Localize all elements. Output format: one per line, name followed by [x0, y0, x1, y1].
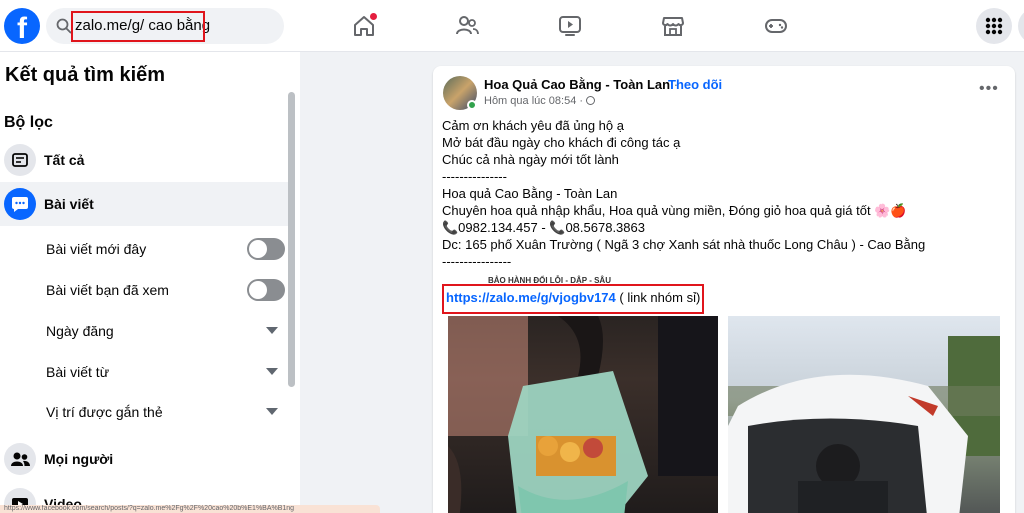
search-box[interactable]: zalo.me/g/ cao bằng	[46, 8, 284, 44]
browser-status-bar: https://www.facebook.com/search/posts/?q…	[0, 505, 380, 513]
filters-scrollbar[interactable]	[288, 92, 295, 387]
chevron-down-icon[interactable]	[266, 327, 278, 334]
marketplace-icon[interactable]	[659, 12, 687, 40]
facebook-logo[interactable]: f	[4, 8, 40, 44]
chevron-down-icon[interactable]	[266, 408, 278, 415]
search-icon	[56, 18, 72, 34]
gaming-icon[interactable]	[762, 12, 790, 40]
post-text-line: Dc: 165 phố Xuân Trường ( Ngã 3 chợ Xanh…	[442, 237, 926, 252]
zalo-group-link[interactable]: https://zalo.me/g/vjogbv174	[446, 290, 616, 305]
post-text-line: Mở bát đầu ngày cho khách đi công tác ạ	[442, 135, 681, 150]
post-small-note: BẢO HÀNH ĐỔI LỖI - DẬP - SÂU	[488, 276, 611, 285]
filter-recent-posts-label: Bài viết mới đây	[46, 241, 147, 257]
post-text-line: Hoa quả Cao Bằng - Toàn Lan	[442, 186, 618, 201]
filter-item-people[interactable]: Mọi người	[0, 437, 290, 481]
more-options-icon[interactable]: •••	[979, 80, 999, 98]
post-photo-car-trunk[interactable]	[728, 316, 1000, 513]
search-input[interactable]: zalo.me/g/ cao bằng	[75, 17, 210, 34]
post-card: Hoa Quả Cao Bằng - Toàn Lan · Theo dõi H…	[433, 66, 1015, 513]
filter-date-posted-label[interactable]: Ngày đăng	[46, 323, 114, 339]
filter-item-label: Mọi người	[44, 451, 114, 467]
friends-icon[interactable]	[453, 12, 481, 40]
page-title: Kết quả tìm kiếm	[5, 64, 166, 86]
people-icon	[4, 443, 36, 475]
filter-item-posts[interactable]: Bài viết	[0, 182, 290, 226]
post-text-line: Chuyên hoa quả nhập khẩu, Hoa quả vùng m…	[442, 203, 907, 218]
filter-heading: Bộ lọc	[4, 114, 53, 131]
post-text-line: Chúc cả nhà ngày mới tốt lành	[442, 152, 619, 167]
post-icon	[4, 188, 36, 220]
post-text-line: Cảm ơn khách yêu đã ủng hộ ạ	[442, 118, 624, 133]
chevron-down-icon[interactable]	[266, 368, 278, 375]
top-bar: f zalo.me/g/ cao bằng	[0, 0, 1024, 52]
post-text-line: ----------------	[442, 254, 512, 269]
filter-tagged-location-label[interactable]: Vị trí được gắn thẻ	[46, 404, 163, 420]
grid-icon	[985, 17, 1003, 35]
notification-dot	[370, 13, 377, 20]
menu-grid-button[interactable]	[976, 8, 1012, 44]
car-trunk-photo	[728, 336, 1000, 513]
filter-posts-from-label[interactable]: Bài viết từ	[46, 364, 109, 380]
follow-button[interactable]: Theo dõi	[668, 77, 722, 92]
post-timestamp[interactable]: Hôm qua lúc 08:54 ·	[484, 95, 596, 107]
globe-icon	[586, 96, 596, 105]
filter-item-label: Bài viết	[44, 196, 94, 212]
messenger-button[interactable]	[1018, 8, 1024, 44]
video-icon[interactable]	[556, 12, 584, 40]
online-indicator	[467, 100, 477, 110]
post-text-line: ---------------	[442, 169, 507, 184]
filter-item-all[interactable]: Tất cả	[0, 138, 290, 182]
feed-icon	[4, 144, 36, 176]
fruit-basket-photo	[448, 316, 718, 513]
post-link-line: https://zalo.me/g/vjogbv174 ( link nhóm …	[446, 290, 701, 305]
post-text-line: 📞0982.134.457 - 📞08.5678.3863	[442, 220, 645, 235]
filter-item-label: Tất cả	[44, 152, 85, 168]
filter-seen-posts-label: Bài viết bạn đã xem	[46, 282, 169, 298]
post-photo-fruit-basket[interactable]	[448, 316, 718, 513]
search-filters-panel: Kết quả tìm kiếm Bộ lọc Tất cả Bài viết …	[0, 52, 300, 513]
recent-posts-toggle[interactable]	[247, 238, 285, 260]
seen-posts-toggle[interactable]	[247, 279, 285, 301]
post-author[interactable]: Hoa Quả Cao Bằng - Toàn Lan ·	[484, 77, 678, 92]
status-url: https://www.facebook.com/search/posts/?q…	[4, 505, 295, 512]
